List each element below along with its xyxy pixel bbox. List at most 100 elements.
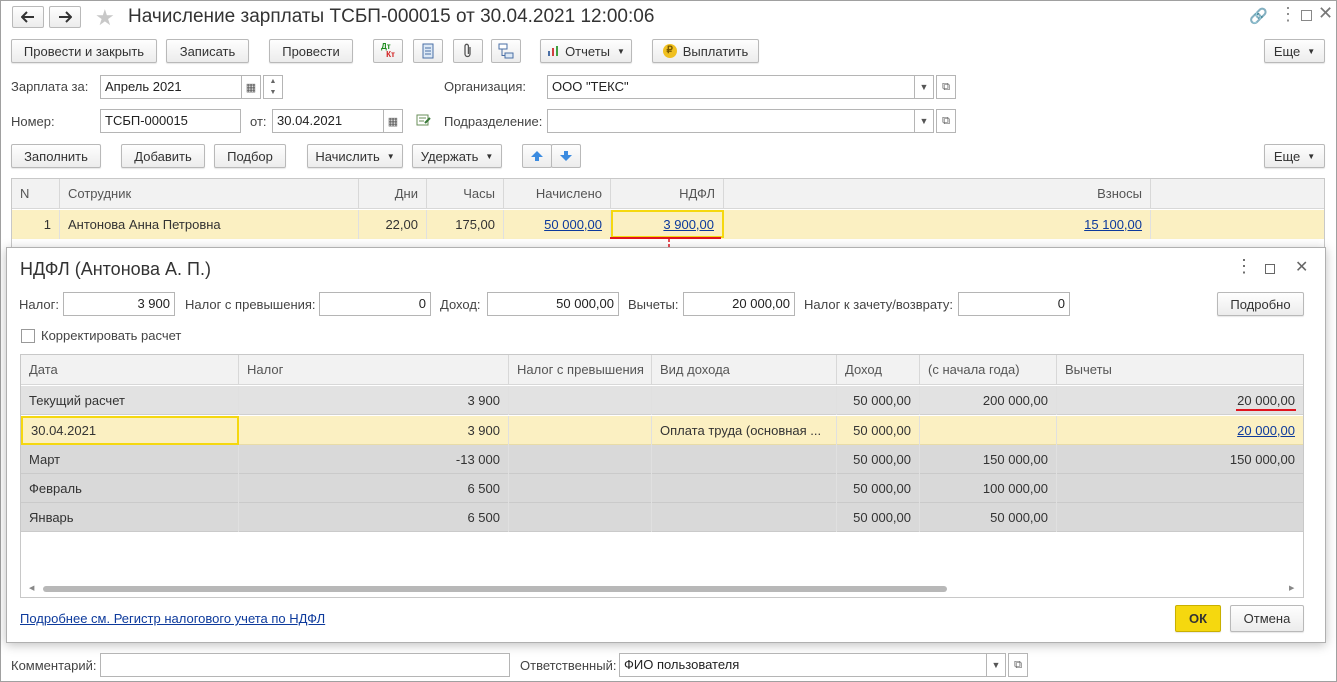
scroll-right-icon[interactable]: ▶: [1289, 584, 1294, 592]
ok-button[interactable]: ОК: [1175, 605, 1221, 632]
fill-button[interactable]: Заполнить: [11, 144, 101, 168]
more-button-table[interactable]: Еще ▼: [1264, 144, 1325, 168]
scrollbar-thumb[interactable]: [43, 586, 947, 592]
table-row[interactable]: 1 Антонова Анна Петровна 22,00 175,00 50…: [12, 210, 1324, 239]
col-tax[interactable]: Налог: [239, 355, 509, 385]
col-ndfl[interactable]: НДФЛ: [611, 179, 724, 209]
responsible-open-button[interactable]: ⧉: [1008, 653, 1028, 677]
responsible-dropdown[interactable]: ▼: [986, 653, 1006, 677]
number-field[interactable]: ТСБП-000015: [100, 109, 241, 133]
cell-ytd: 100 000,00: [920, 474, 1057, 503]
col-income-kind[interactable]: Вид дохода: [652, 355, 837, 385]
attach-button[interactable]: [453, 39, 483, 63]
edit-number-icon[interactable]: [416, 113, 432, 127]
journal-button[interactable]: [413, 39, 443, 63]
cancel-button[interactable]: Отмена: [1230, 605, 1304, 632]
reports-button[interactable]: Отчеты ▼: [540, 39, 632, 63]
cell-employee[interactable]: Антонова Анна Петровна: [60, 210, 359, 239]
table-row[interactable]: 30.04.2021 3 900 Оплата труда (основная …: [21, 416, 1303, 445]
close-icon[interactable]: ✕: [1318, 3, 1333, 24]
organization-open-button[interactable]: ⧉: [936, 75, 956, 99]
move-down-button[interactable]: [551, 144, 581, 168]
calendar-button[interactable]: ▦: [241, 75, 261, 99]
back-button[interactable]: [12, 6, 44, 28]
salary-period-field[interactable]: Апрель 2021: [100, 75, 242, 99]
department-dropdown[interactable]: ▼: [914, 109, 934, 133]
dialog-maximize-icon[interactable]: [1265, 264, 1275, 274]
cell-excess: [509, 503, 652, 532]
paperclip-icon: [464, 43, 471, 58]
cell-kind: [652, 503, 837, 532]
comment-field[interactable]: [100, 653, 510, 677]
structure-button[interactable]: [491, 39, 521, 63]
link-icon[interactable]: 🔗: [1249, 7, 1268, 25]
col-accrued[interactable]: Начислено: [504, 179, 611, 209]
col-employee[interactable]: Сотрудник: [60, 179, 359, 209]
select-button[interactable]: Подбор: [214, 144, 286, 168]
tax-field[interactable]: 3 900: [63, 292, 175, 316]
post-button[interactable]: Провести: [269, 39, 353, 63]
dt-kt-button[interactable]: Дт Кт: [373, 39, 403, 63]
horizontal-scrollbar[interactable]: ◀ ▶: [21, 581, 1303, 597]
withhold-button[interactable]: Удержать ▼: [412, 144, 502, 168]
excess-tax-label: Налог с превышения:: [185, 297, 316, 312]
post-and-close-button[interactable]: Провести и закрыть: [11, 39, 157, 63]
dropdown-arrow-icon: ▼: [617, 46, 625, 56]
table-row[interactable]: Март -13 000 50 000,00 150 000,00 150 00…: [21, 445, 1303, 474]
col-deductions[interactable]: Вычеты: [1057, 355, 1303, 385]
income-field[interactable]: 50 000,00: [487, 292, 619, 316]
deductions-link[interactable]: 20 000,00: [1237, 423, 1295, 438]
details-button[interactable]: Подробно: [1217, 292, 1304, 316]
col-excess[interactable]: Налог с превышения: [509, 355, 652, 385]
dialog-close-icon[interactable]: ✕: [1295, 257, 1308, 277]
cell-hours[interactable]: 175,00: [427, 210, 504, 239]
accrue-button[interactable]: Начислить ▼: [307, 144, 403, 168]
more-vertical-icon[interactable]: ⋮: [1279, 4, 1297, 25]
save-button[interactable]: Записать: [166, 39, 249, 63]
dropdown-arrow-icon: ▼: [1307, 46, 1316, 56]
maximize-icon[interactable]: [1301, 10, 1312, 21]
favorite-star-icon[interactable]: ★: [95, 5, 115, 31]
table-row[interactable]: Февраль 6 500 50 000,00 100 000,00: [21, 474, 1303, 503]
pay-button[interactable]: ₽ Выплатить: [652, 39, 759, 63]
table-row[interactable]: Январь 6 500 50 000,00 50 000,00: [21, 503, 1303, 532]
dialog-more-icon[interactable]: ⋮: [1235, 256, 1253, 277]
organization-field[interactable]: ООО "ТЕКС": [547, 75, 915, 99]
col-income[interactable]: Доход: [837, 355, 920, 385]
organization-dropdown[interactable]: ▼: [914, 75, 934, 99]
period-spinner[interactable]: ▲ ▼: [263, 75, 283, 99]
col-n[interactable]: N: [12, 179, 60, 209]
correct-checkbox[interactable]: [21, 329, 35, 343]
cell-days[interactable]: 22,00: [359, 210, 427, 239]
col-ytd[interactable]: (с начала года): [920, 355, 1057, 385]
document-list-icon: [422, 43, 434, 59]
offset-label: Налог к зачету/возврату:: [804, 297, 954, 312]
register-link[interactable]: Подробнее см. Регистр налогового учета п…: [20, 611, 325, 626]
move-up-button[interactable]: [522, 144, 552, 168]
date-field[interactable]: 30.04.2021: [272, 109, 384, 133]
more-button-top[interactable]: Еще ▼: [1264, 39, 1325, 63]
scroll-left-icon[interactable]: ◀: [29, 584, 34, 592]
forward-button[interactable]: [49, 6, 81, 28]
table-row[interactable]: Текущий расчет 3 900 50 000,00 200 000,0…: [21, 386, 1303, 415]
add-button[interactable]: Добавить: [121, 144, 205, 168]
date-calendar-button[interactable]: ▦: [383, 109, 403, 133]
offset-field[interactable]: 0: [958, 292, 1070, 316]
ndfl-table: Дата Налог Налог с превышения Вид дохода…: [20, 354, 1304, 598]
excess-tax-field[interactable]: 0: [319, 292, 431, 316]
col-days[interactable]: Дни: [359, 179, 427, 209]
calendar-icon: ▦: [245, 81, 257, 94]
cell-income: 50 000,00: [837, 474, 920, 503]
col-contributions[interactable]: Взносы: [724, 179, 1151, 209]
deductions-field[interactable]: 20 000,00: [683, 292, 795, 316]
open-window-icon: ⧉: [942, 80, 950, 93]
ndfl-link[interactable]: 3 900,00: [663, 217, 714, 232]
department-open-button[interactable]: ⧉: [936, 109, 956, 133]
responsible-field[interactable]: ФИО пользователя: [619, 653, 987, 677]
accrued-link[interactable]: 50 000,00: [544, 217, 602, 232]
col-date[interactable]: Дата: [21, 355, 239, 385]
department-field[interactable]: [547, 109, 915, 133]
cell-date-selected[interactable]: 30.04.2021: [21, 416, 239, 445]
contributions-link[interactable]: 15 100,00: [1084, 217, 1142, 232]
col-hours[interactable]: Часы: [427, 179, 504, 209]
